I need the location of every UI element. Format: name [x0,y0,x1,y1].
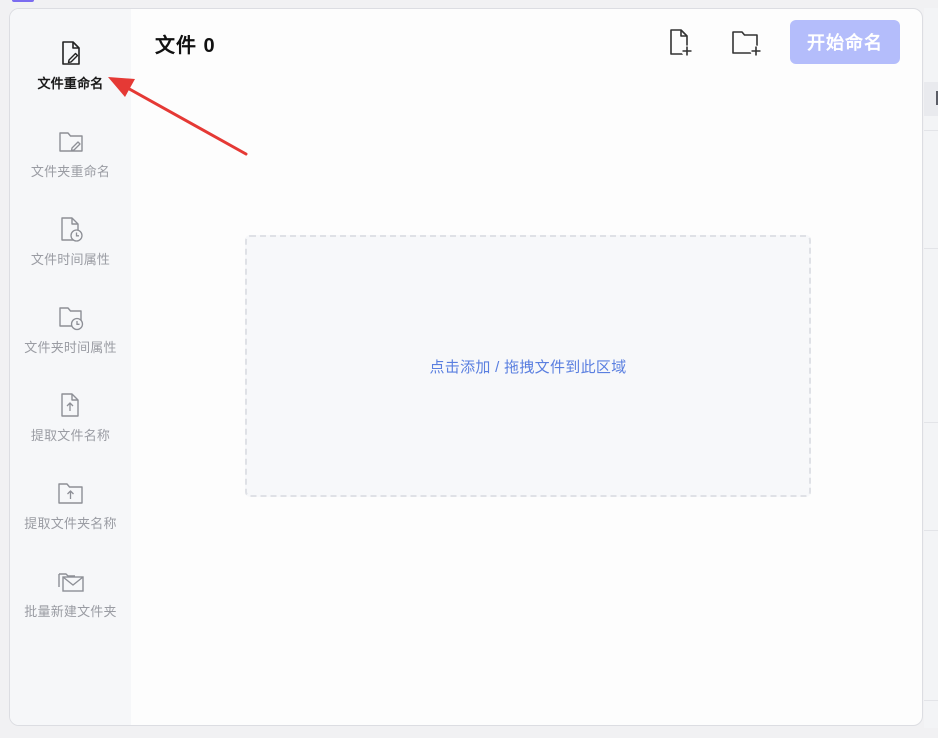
add-folder-button[interactable] [730,27,764,59]
background-window-edge [924,8,938,728]
file-plus-icon [670,29,693,57]
sidebar-item-batch-create-folders[interactable]: 批量新建文件夹 [10,567,131,639]
add-file-button[interactable] [667,27,697,59]
sidebar-item-label: 批量新建文件夹 [24,604,117,619]
sidebar-item-extract-folder-names[interactable]: 提取文件夹名称 [10,479,131,551]
divider [924,130,938,131]
folder-edit-icon [58,132,83,152]
file-upload-icon [60,393,79,417]
dropzone-text: 点击添加 / 拖拽文件到此区域 [429,358,627,376]
file-dropzone[interactable]: 点击添加 / 拖拽文件到此区域 [245,235,811,497]
sidebar-item-label: 文件夹重命名 [30,164,111,179]
file-clock-icon [60,217,83,242]
page-title: 文件 0 [155,35,216,57]
sidebar: 文件重命名 文件夹重命名 文件时间属性 文件夹时间属性 提取文件名称 提取文件夹… [10,9,131,725]
divider [924,248,938,249]
folder-mail-icon [57,573,84,592]
sidebar-item-extract-file-names[interactable]: 提取文件名称 [10,391,131,463]
divider [924,422,938,423]
main-panel: 文件 0 开始命名 点击添加 / 拖拽文件到此区域 [131,9,922,725]
start-rename-button[interactable]: 开始命名 [790,20,900,64]
app-window: 文件重命名 文件夹重命名 文件时间属性 文件夹时间属性 提取文件名称 提取文件夹… [9,8,923,726]
divider [924,530,938,531]
app-accent-mark [12,0,34,2]
divider [924,700,938,701]
sidebar-item-file-time[interactable]: 文件时间属性 [10,215,131,287]
folder-upload-icon [57,483,83,504]
file-edit-icon [61,41,80,65]
app-screen: 文件重命名 文件夹重命名 文件时间属性 文件夹时间属性 提取文件名称 提取文件夹… [0,0,938,738]
folder-plus-icon [732,31,762,57]
top-edge [0,0,938,8]
folder-clock-icon [58,307,83,331]
sidebar-item-label: 提取文件名称 [30,428,111,443]
sidebar-item-label: 文件重命名 [37,76,104,91]
sidebar-item-folder-time[interactable]: 文件夹时间属性 [10,303,131,375]
sidebar-item-file-rename[interactable]: 文件重命名 [10,39,131,111]
sidebar-item-label: 提取文件夹名称 [24,516,117,531]
sidebar-item-label: 文件时间属性 [30,252,111,267]
sidebar-item-label: 文件夹时间属性 [24,340,117,355]
background-tab [924,82,938,116]
sidebar-item-folder-rename[interactable]: 文件夹重命名 [10,127,131,199]
